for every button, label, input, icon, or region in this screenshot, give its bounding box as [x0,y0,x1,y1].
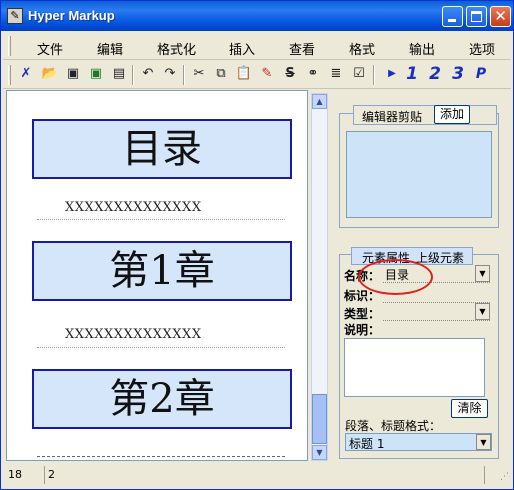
toolbar-separator [132,65,134,85]
menu-format[interactable]: 格式化 [157,39,196,58]
type-combobox[interactable]: ▼ [383,303,490,321]
minimize-icon [448,19,456,22]
type-label: 类型： [344,307,381,321]
close-button[interactable]: ✕ [490,6,511,27]
redo-icon[interactable]: ↷ [161,65,179,83]
paragraph-button[interactable]: P [472,65,490,83]
name-combobox[interactable]: 目录 ▼ [383,265,490,283]
properties-icon[interactable]: ▤ [110,65,128,83]
tab-parent-element[interactable]: 上级元素 [416,249,464,266]
find-icon[interactable]: ⚭ [304,65,322,83]
toolbar: ✗ 📂 ▣ ▣ ▤ ↶ ↷ ✂ ⧉ 📋 ✎ S ⚭ ≣ ☑ ▶ 1 2 3 P [3,61,511,89]
app-window: ✎ Hyper Markup ✕ 文件 编辑 格式化 插入 查看 格式 输出 选… [0,0,514,490]
menu-output[interactable]: 输出 [409,39,435,58]
play-icon[interactable]: ▶ [383,65,401,83]
save-icon[interactable]: ▣ [64,65,82,83]
menubar-grip[interactable] [8,36,11,56]
clipboard-panel-header: 编辑器剪贴 [353,105,497,125]
name-value: 目录 [385,268,410,282]
clipboard-area[interactable] [346,131,492,218]
scroll-up-icon[interactable]: ▲ [312,94,327,109]
maximize-button[interactable] [466,6,487,27]
paragraph-underline [37,347,285,348]
heading-block[interactable]: 第1章 [32,241,292,301]
menu-insert[interactable]: 插入 [229,39,255,58]
strikethrough-icon[interactable]: S [281,65,299,83]
heading-block[interactable]: 第2章 [32,369,292,429]
paragraph-block[interactable]: XXXXXXXXXXXXXX [65,327,202,342]
cut-icon[interactable]: ✂ [190,65,208,83]
id-label: 标识： [344,289,381,303]
description-textarea[interactable] [344,338,485,397]
paste-icon[interactable]: 📋 [235,65,253,83]
chevron-down-icon[interactable]: ▼ [476,434,491,450]
toolbar-separator [373,65,375,85]
description-label: 说明： [344,323,381,337]
status-line: 18 [5,466,45,484]
chevron-down-icon[interactable]: ▼ [475,303,490,320]
copy-icon[interactable]: ⧉ [212,65,230,83]
name-label: 名称： [344,269,381,283]
heading-3-button[interactable]: 3 [449,65,467,83]
title-bar[interactable]: ✎ Hyper Markup ✕ [1,1,513,31]
id-field[interactable] [383,285,490,303]
window-title: Hyper Markup [28,8,115,23]
erase-icon[interactable]: ✎ [258,65,276,83]
chevron-down-icon[interactable]: ▼ [475,265,490,282]
resize-grip-icon[interactable]: ⋰ [500,472,509,482]
format-label: 段落、标题格式： [345,419,442,433]
heading-block[interactable]: 目录 [32,119,292,179]
menu-options[interactable]: 选项 [469,39,495,58]
editor-scrollbar[interactable]: ▲ ▼ [311,93,328,461]
status-bar: 18 2 ⋰ [3,464,511,488]
format-select[interactable]: 标题 1 ▼ [345,433,492,451]
status-column: 2 [45,466,485,484]
properties-tabs: 元素属性 上级元素 [351,247,473,265]
close-icon: ✕ [494,7,507,25]
paragraph-underline [37,456,285,457]
paragraph-block[interactable]: XXXXXXXXXXXXXX [65,200,202,215]
clear-button[interactable]: 清除 [451,399,488,418]
maximize-icon [471,11,482,22]
document-editor[interactable]: 目录 XXXXXXXXXXXXXX 第1章 XXXXXXXXXXXXXX 第2章 [6,90,308,461]
edit-icon[interactable]: ☑ [350,65,368,83]
paragraph-underline [37,219,285,220]
heading-2-button[interactable]: 2 [426,65,444,83]
menu-file[interactable]: 文件 [37,39,63,58]
clipboard-panel-title: 编辑器剪贴 [362,110,423,124]
minimize-button[interactable] [442,6,463,27]
menu-edit[interactable]: 编辑 [97,39,123,58]
open-folder-icon[interactable]: 📂 [41,65,59,83]
toolbar-grip[interactable] [8,65,11,85]
list-icon[interactable]: ≣ [327,65,345,83]
select-icon[interactable]: ✗ [17,65,35,83]
tab-element-properties[interactable]: 元素属性 [362,249,410,266]
scroll-down-icon[interactable]: ▼ [312,445,327,460]
heading-1-button[interactable]: 1 [403,65,421,83]
undo-icon[interactable]: ↶ [139,65,157,83]
menu-view[interactable]: 查看 [289,39,315,58]
toolbar-separator [183,65,185,85]
format-value: 标题 1 [349,437,385,451]
save-all-icon[interactable]: ▣ [87,65,105,83]
scroll-thumb[interactable] [312,394,327,444]
app-icon[interactable]: ✎ [7,8,23,24]
menu-bar: 文件 编辑 格式化 插入 查看 格式 输出 选项 [3,32,511,60]
add-button[interactable]: 添加 [434,105,470,124]
menu-style[interactable]: 格式 [349,39,375,58]
